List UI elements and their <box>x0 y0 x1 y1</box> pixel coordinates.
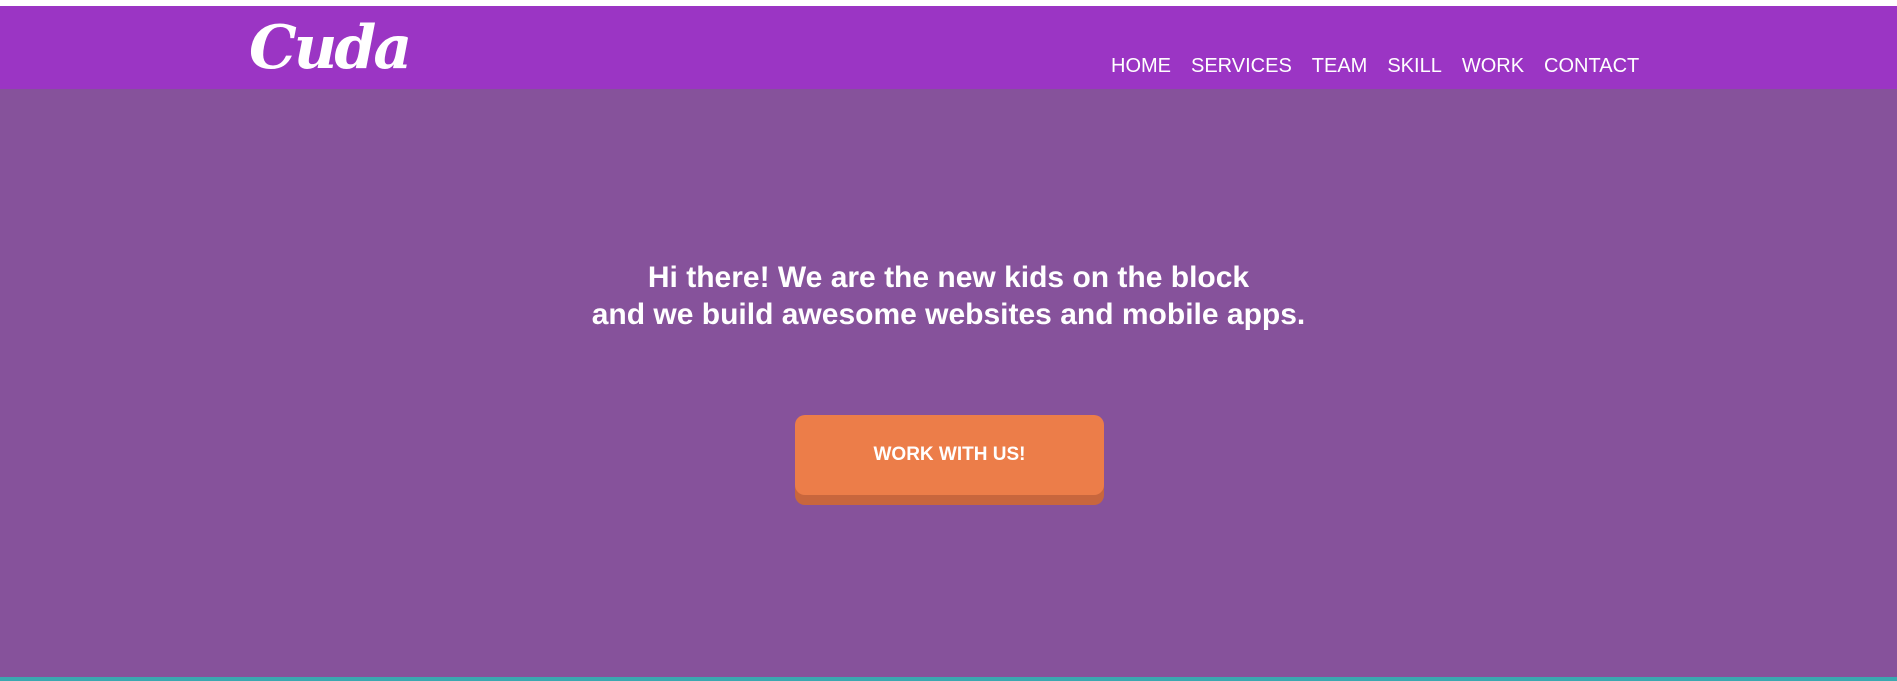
navbar: Cuda HOME SERVICES TEAM SKILL WORK CONTA… <box>0 6 1897 89</box>
nav-item-team[interactable]: TEAM <box>1312 46 1368 86</box>
main-nav: HOME SERVICES TEAM SKILL WORK CONTACT <box>1111 46 1639 86</box>
logo[interactable]: Cuda <box>249 12 412 84</box>
hero-section: Hi there! We are the new kids on the blo… <box>0 89 1897 677</box>
page: Cuda HOME SERVICES TEAM SKILL WORK CONTA… <box>0 0 1897 681</box>
nav-item-contact[interactable]: CONTACT <box>1544 46 1639 86</box>
nav-item-work[interactable]: WORK <box>1462 46 1524 86</box>
nav-item-services[interactable]: SERVICES <box>1191 46 1292 86</box>
hero-heading: Hi there! We are the new kids on the blo… <box>0 259 1897 333</box>
nav-item-skill[interactable]: SKILL <box>1387 46 1441 86</box>
nav-item-home[interactable]: HOME <box>1111 46 1171 86</box>
hero-heading-line-1: Hi there! We are the new kids on the blo… <box>647 261 1250 294</box>
hero-heading-line-2: and we build awesome websites and mobile… <box>591 298 1306 331</box>
bottom-divider <box>0 677 1897 681</box>
work-with-us-button[interactable]: WORK WITH US! <box>795 415 1104 495</box>
